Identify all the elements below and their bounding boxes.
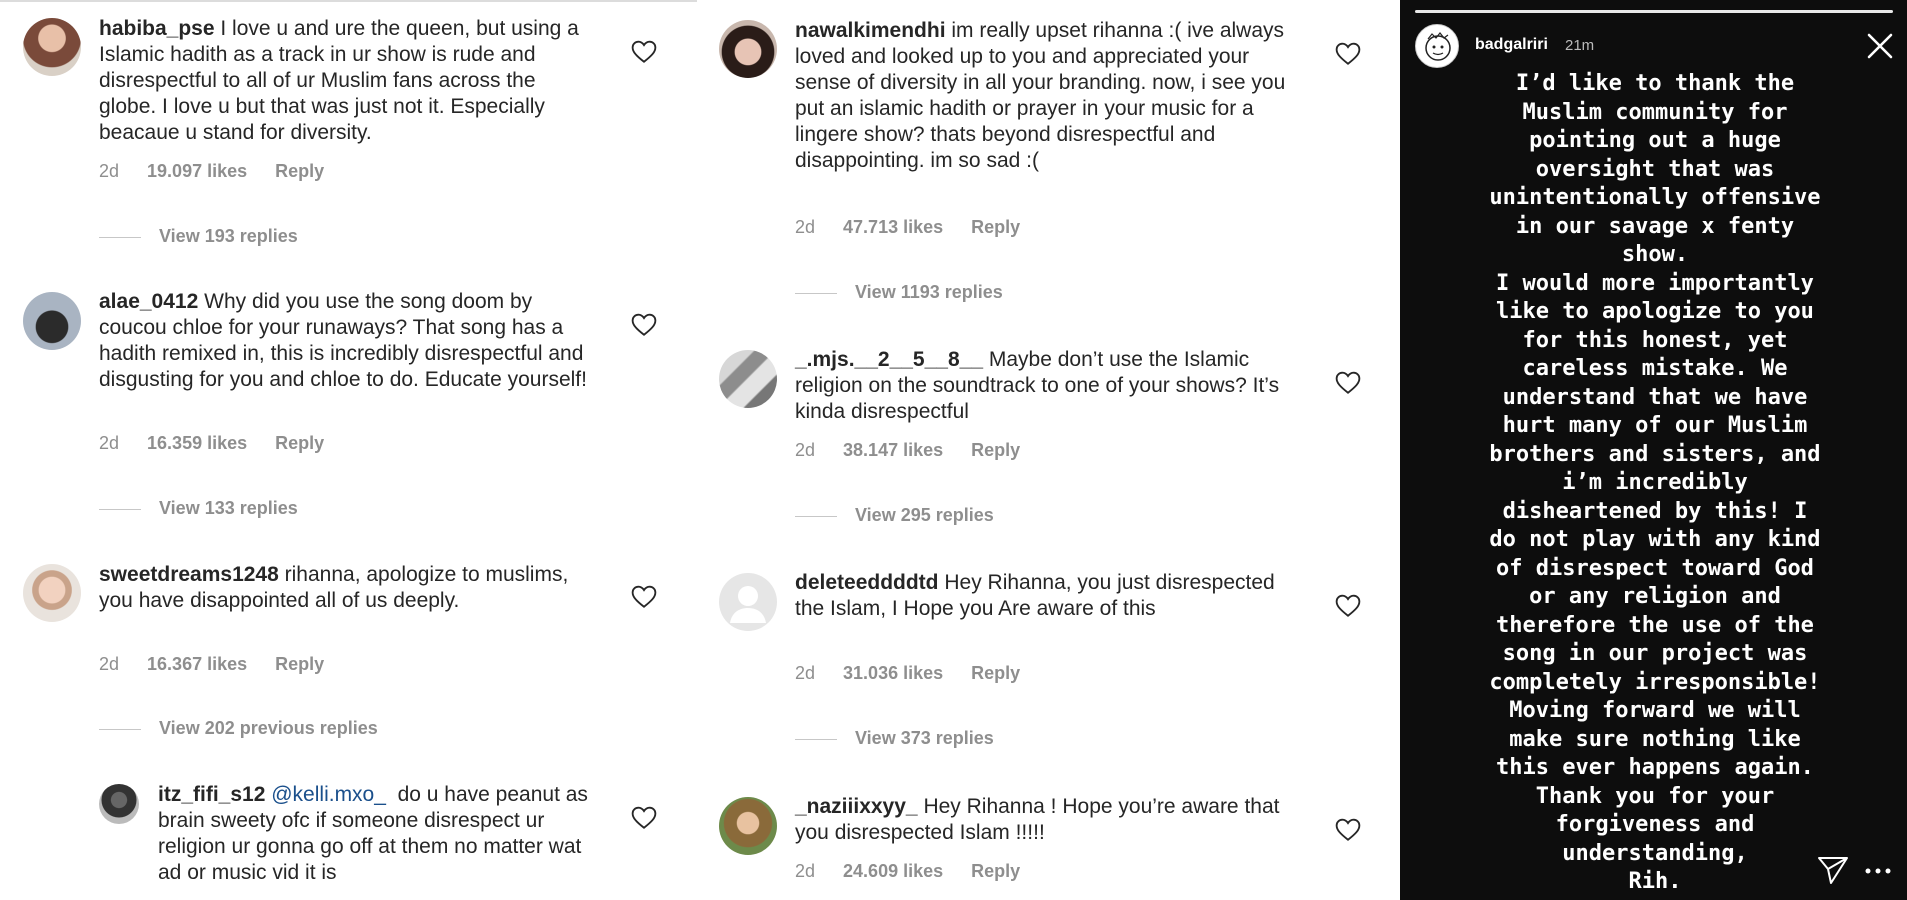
- reply-button[interactable]: Reply: [971, 440, 1020, 460]
- divider: [0, 0, 697, 2]
- comments-panel-middle: nawalkimendhi im really upset rihanna :(…: [697, 0, 1400, 900]
- heart-outline-icon[interactable]: [631, 313, 657, 337]
- comment-meta: 2d 16.359 likes Reply: [99, 433, 352, 454]
- comment-text: nawalkimendhi im really upset rihanna :(…: [795, 18, 1295, 174]
- view-replies-label: View 193 replies: [159, 226, 298, 246]
- reply-text: itz_fifi_s12 @kelli.mxo_ do u have peanu…: [158, 782, 598, 886]
- story-avatar[interactable]: [1415, 24, 1459, 68]
- default-avatar-icon: [730, 586, 766, 623]
- avatar[interactable]: [719, 797, 777, 855]
- reply-button[interactable]: Reply: [971, 217, 1020, 237]
- reply-button[interactable]: Reply: [971, 663, 1020, 683]
- story-panel[interactable]: badgalriri 21m I’d like to thank the Mus…: [1400, 0, 1907, 900]
- comment-username[interactable]: deleteeddddtd: [795, 571, 939, 594]
- view-replies-label: View 373 replies: [855, 728, 994, 748]
- story-progress-bar: [1415, 10, 1893, 13]
- heart-outline-icon[interactable]: [631, 585, 657, 609]
- reply-button[interactable]: Reply: [971, 861, 1020, 881]
- heart-outline-icon[interactable]: [1335, 42, 1361, 66]
- view-replies-link[interactable]: View 295 replies: [795, 505, 994, 526]
- view-replies-link[interactable]: View 373 replies: [795, 728, 994, 749]
- likes-count[interactable]: 31.036 likes: [843, 663, 943, 683]
- cartoon-face-icon: [1425, 32, 1451, 61]
- avatar[interactable]: [99, 784, 139, 824]
- comment-text: habiba_pse I love u and ure the queen, b…: [99, 16, 594, 146]
- avatar[interactable]: [23, 564, 81, 622]
- likes-count[interactable]: 38.147 likes: [843, 440, 943, 460]
- more-dots-icon[interactable]: [1865, 868, 1891, 874]
- comment-meta: 2d 31.036 likes Reply: [795, 663, 1048, 684]
- comment-time: 2d: [99, 433, 120, 453]
- likes-count[interactable]: 19.097 likes: [147, 161, 247, 181]
- close-icon[interactable]: [1866, 32, 1894, 60]
- view-replies-link[interactable]: View 193 replies: [99, 226, 298, 247]
- view-replies-label: View 133 replies: [159, 498, 298, 518]
- comment-time: 2d: [795, 663, 816, 683]
- comment-time: 2d: [795, 861, 816, 881]
- comment-username[interactable]: alae_0412: [99, 290, 198, 313]
- avatar[interactable]: [719, 573, 777, 631]
- likes-count[interactable]: 47.713 likes: [843, 217, 943, 237]
- comment-text: deleteeddddtd Hey Rihanna, you just disr…: [795, 570, 1295, 622]
- view-replies-link[interactable]: View 202 previous replies: [99, 718, 378, 739]
- mention-link[interactable]: @kelli.mxo_: [271, 783, 386, 806]
- avatar[interactable]: [719, 350, 777, 408]
- comment-username[interactable]: _naziiixxyy_: [795, 795, 918, 818]
- comment-username[interactable]: _.mjs.__2__5__8__: [795, 348, 983, 371]
- comment-time: 2d: [99, 161, 120, 181]
- view-replies-link[interactable]: View 1193 replies: [795, 282, 1003, 303]
- view-replies-link[interactable]: View 133 replies: [99, 498, 298, 519]
- likes-count[interactable]: 24.609 likes: [843, 861, 943, 881]
- comment-time: 2d: [795, 217, 816, 237]
- send-icon[interactable]: [1817, 855, 1849, 885]
- comments-panel-left: habiba_pse I love u and ure the queen, b…: [0, 0, 697, 900]
- avatar[interactable]: [23, 292, 81, 350]
- comment-username[interactable]: habiba_pse: [99, 17, 215, 40]
- comment-username[interactable]: nawalkimendhi: [795, 19, 946, 42]
- reply-button[interactable]: Reply: [275, 654, 324, 674]
- story-time: 21m: [1565, 37, 1595, 54]
- heart-outline-icon[interactable]: [631, 806, 657, 830]
- view-replies-label: View 295 replies: [855, 505, 994, 525]
- divider: [795, 292, 837, 294]
- divider: [99, 508, 141, 510]
- view-replies-label: View 202 previous replies: [159, 718, 378, 738]
- comment-meta: 2d 24.609 likes Reply: [795, 861, 1048, 882]
- comment-text: _naziiixxyy_ Hey Rihanna ! Hope you’re a…: [795, 794, 1295, 846]
- view-replies-label: View 1193 replies: [855, 282, 1003, 302]
- divider: [795, 515, 837, 517]
- reply-button[interactable]: Reply: [275, 433, 324, 453]
- avatar[interactable]: [23, 18, 81, 76]
- comment-meta: 2d 19.097 likes Reply: [99, 161, 352, 182]
- comment-meta: 2d 16.367 likes Reply: [99, 654, 352, 675]
- divider: [795, 738, 837, 740]
- heart-outline-icon[interactable]: [1335, 371, 1361, 395]
- comment-username[interactable]: itz_fifi_s12: [158, 783, 265, 806]
- divider: [99, 236, 141, 238]
- divider: [99, 728, 141, 730]
- comment-meta: 2d 38.147 likes Reply: [795, 440, 1048, 461]
- comment-time: 2d: [795, 440, 816, 460]
- comment-meta: 2d 47.713 likes Reply: [795, 217, 1048, 238]
- likes-count[interactable]: 16.359 likes: [147, 433, 247, 453]
- comment-text: sweetdreams1248 rihanna, apologize to mu…: [99, 562, 594, 614]
- avatar[interactable]: [719, 20, 777, 78]
- heart-outline-icon[interactable]: [1335, 594, 1361, 618]
- heart-outline-icon[interactable]: [631, 40, 657, 64]
- reply-button[interactable]: Reply: [275, 161, 324, 181]
- story-text: I’d like to thank the Muslim community f…: [1489, 71, 1821, 894]
- heart-outline-icon[interactable]: [1335, 818, 1361, 842]
- comment-username[interactable]: sweetdreams1248: [99, 563, 279, 586]
- story-username[interactable]: badgalriri: [1475, 36, 1548, 54]
- comment-time: 2d: [99, 654, 120, 674]
- comment-text: alae_0412 Why did you use the song doom …: [99, 289, 594, 393]
- comment-text: _.mjs.__2__5__8__ Maybe don’t use the Is…: [795, 347, 1295, 425]
- likes-count[interactable]: 16.367 likes: [147, 654, 247, 674]
